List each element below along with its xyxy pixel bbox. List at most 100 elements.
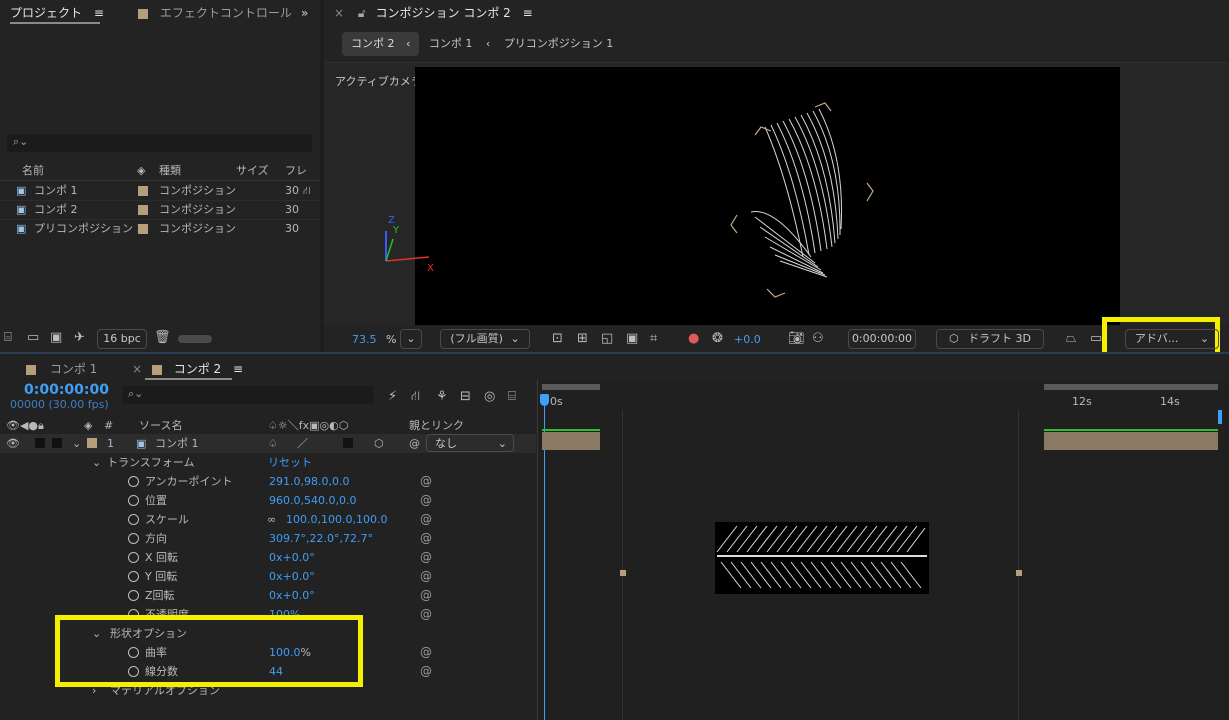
stopwatch-icon[interactable] — [128, 533, 139, 544]
close-icon[interactable]: × — [334, 6, 344, 20]
property-value[interactable]: 0x+0.0° — [269, 567, 315, 586]
graph-editor-icon[interactable]: ⌸ — [508, 390, 516, 404]
show-snapshot-icon[interactable]: ⚇ — [812, 332, 824, 346]
interpret-footage-icon[interactable]: ⌸ — [4, 331, 12, 345]
parent-dropdown[interactable]: なし ⌄ — [426, 434, 514, 452]
property-row[interactable]: Z回転 0x+0.0° @ — [0, 586, 536, 605]
right-playhead-marker[interactable] — [1218, 410, 1222, 424]
comp-panel-tab[interactable]: × 🔓︎ コンポジション コンポ 2 ≡ — [334, 0, 533, 26]
pick-whip-icon[interactable]: @ — [420, 605, 432, 624]
property-row[interactable]: スケール ∞ 100.0,100.0,100.0 @ — [0, 510, 536, 529]
renderer-button[interactable]: ⬡ ドラフト 3D — [936, 329, 1044, 349]
collapse-transform-icon[interactable]: ♤ — [268, 434, 278, 453]
column-source-name[interactable]: ソース名 — [139, 416, 182, 435]
stopwatch-icon[interactable] — [128, 495, 139, 506]
keyframe-marker[interactable] — [1016, 570, 1022, 576]
stopwatch-icon[interactable] — [128, 552, 139, 563]
property-value[interactable]: 0x+0.0° — [269, 586, 315, 605]
view-layout-icon[interactable]: ▭ — [1090, 332, 1102, 346]
flowchart-icon[interactable]: ⛙ — [303, 181, 311, 200]
panel-menu-icon[interactable]: ≡ — [233, 362, 243, 376]
bpc-button[interactable]: 16 bpc — [97, 329, 147, 349]
property-row[interactable]: X 回転 0x+0.0° @ — [0, 548, 536, 567]
exposure-value[interactable]: +0.0 — [734, 333, 761, 346]
zoom-value[interactable]: 73.5 % — [352, 333, 396, 346]
timeline-graph[interactable]: 0s 12s 14s — [537, 380, 1229, 720]
project-item[interactable]: ▣ コンポ 1 コンポジション 30 ⛙ — [0, 181, 320, 200]
property-value[interactable]: 291.0,98.0,0.0 — [269, 472, 349, 491]
region-of-interest-icon[interactable]: ▣ — [626, 332, 638, 346]
label-color-swatch[interactable] — [87, 438, 97, 448]
zoom-dropdown[interactable]: ⌄ — [400, 329, 422, 349]
property-value[interactable]: 309.7°,22.0°,72.7° — [269, 529, 373, 548]
panel-menu-icon[interactable]: ≡ — [523, 6, 533, 20]
shy-layers-icon[interactable]: ⚘ — [436, 390, 448, 404]
column-type[interactable]: 種類 — [159, 161, 181, 180]
layer-color-box[interactable] — [35, 438, 45, 448]
trash-icon[interactable]: 🗑 — [154, 331, 171, 345]
property-value[interactable]: 0x+0.0° — [269, 548, 315, 567]
expand-chevron-icon[interactable]: ⌄ — [72, 434, 81, 453]
column-parent-link[interactable]: 親とリンク — [409, 416, 464, 435]
pick-whip-icon[interactable]: @ — [420, 643, 432, 662]
project-item[interactable]: ▣ プリコンポジション 1 コンポジション 30 — [0, 219, 320, 238]
panel-menu-icon[interactable]: ≡ — [94, 6, 104, 20]
fan-shape-render[interactable] — [415, 67, 1120, 325]
transform-group[interactable]: ⌄ トランスフォーム リセット — [0, 453, 536, 472]
tab-overflow-icon[interactable]: » — [301, 0, 308, 26]
pick-whip-icon[interactable]: @ — [420, 529, 432, 548]
property-row[interactable]: 位置 960.0,540.0,0.0 @ — [0, 491, 536, 510]
quality-switch-icon[interactable]: ／ — [297, 434, 308, 453]
camera-snapshot-icon[interactable]: 📷︎ — [788, 332, 805, 346]
lock-icon[interactable]: 🔓︎ — [358, 6, 366, 20]
stopwatch-icon[interactable] — [128, 590, 139, 601]
mask-path-icon[interactable]: ◱ — [601, 332, 613, 346]
pick-whip-icon[interactable]: @ — [420, 567, 432, 586]
breadcrumb-current[interactable]: コンポ 2 ‹ — [342, 32, 420, 56]
pick-whip-icon[interactable]: @ — [420, 586, 432, 605]
new-folder-icon[interactable]: ▭ — [27, 331, 39, 345]
pick-whip-icon[interactable]: @ — [420, 510, 432, 529]
column-name[interactable]: 名前 — [22, 161, 44, 180]
work-area-bar[interactable] — [1044, 384, 1218, 390]
current-time-display[interactable]: 0:00:00:00 — [24, 382, 109, 398]
view-dropdown[interactable]: アドバ... ⌄ — [1125, 329, 1219, 349]
layer-row[interactable]: 👁︎ ⌄ 1 ▣ コンポ 1 ♤ ／ ⬡ @ なし ⌄ — [0, 434, 536, 453]
viewer-area[interactable]: アクティブカメラ (デフォルト) Z Y X — [324, 63, 1229, 325]
color-management-icon[interactable]: ❂ — [712, 332, 723, 346]
close-icon[interactable]: × — [132, 362, 142, 376]
column-frame[interactable]: フレ — [285, 161, 307, 180]
expand-chevron-icon[interactable]: ⌄ — [92, 453, 101, 472]
stopwatch-icon[interactable] — [128, 571, 139, 582]
pick-whip-icon[interactable]: @ — [420, 491, 432, 510]
keyframe-marker[interactable] — [620, 570, 626, 576]
motion-blur-icon[interactable]: ◎ — [484, 390, 495, 404]
safe-zones-icon[interactable]: ⌗ — [650, 332, 657, 346]
layer-color-box[interactable] — [52, 438, 62, 448]
transparency-grid-icon[interactable]: ⊡ — [552, 332, 563, 346]
quality-dropdown[interactable]: (フル画質) ⌄ — [440, 329, 530, 349]
stopwatch-icon[interactable] — [128, 476, 139, 487]
comp-flowchart-icon[interactable]: ⛙ — [411, 390, 420, 404]
3d-layer-icon[interactable]: ⬡ — [374, 434, 384, 453]
draft-3d-icon[interactable]: ⚡ — [388, 390, 397, 404]
layer-bar[interactable] — [1044, 432, 1218, 450]
stopwatch-icon[interactable] — [128, 514, 139, 525]
project-item[interactable]: ▣ コンポ 2 コンポジション 30 — [0, 200, 320, 219]
3d-view-icon[interactable]: ⏢ — [1066, 332, 1076, 346]
column-size[interactable]: サイズ — [236, 161, 269, 180]
adjust-project-icon[interactable]: ✈ — [74, 331, 85, 345]
property-value[interactable]: 960.0,540.0,0.0 — [269, 491, 356, 510]
layer-switch-box[interactable] — [343, 438, 353, 448]
breadcrumb-item[interactable]: コンポ 1 — [429, 37, 473, 50]
color-channels-icon[interactable]: ● — [688, 332, 699, 346]
tab-timeline-comp1[interactable]: コンポ 1 — [26, 356, 97, 382]
property-row[interactable]: Y 回転 0x+0.0° @ — [0, 567, 536, 586]
label-tag-icon[interactable]: ◈ — [137, 161, 145, 180]
pick-whip-icon[interactable]: @ — [409, 434, 420, 453]
new-composition-icon[interactable]: ▣ — [50, 331, 62, 345]
property-value[interactable]: 100.0,100.0,100.0 — [286, 510, 387, 529]
grid-icon[interactable]: ⊞ — [577, 332, 588, 346]
pick-whip-icon[interactable]: @ — [420, 548, 432, 567]
visibility-eye-icon[interactable]: 👁︎ — [6, 434, 20, 453]
